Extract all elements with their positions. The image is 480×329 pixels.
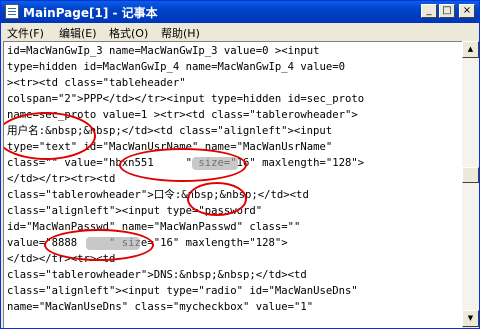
editor-line: colspan="2">PPP</td></tr><input type=hid… [7, 93, 365, 105]
editor-line: ><tr><td class="tableheader" [7, 77, 186, 89]
scrollbar-thumb[interactable] [462, 167, 479, 183]
editor-line: class="tablerowheader">口令:&nbsp;&nbsp;</… [7, 189, 309, 201]
menu-file[interactable]: 文件(F) [7, 25, 44, 41]
menu-help[interactable]: 帮助(H) [161, 25, 200, 41]
title-bar[interactable]: MainPage[1] - 记事本 _ □ × [1, 1, 479, 23]
highlight-username-value-circle [119, 148, 247, 182]
notepad-window: MainPage[1] - 记事本 _ □ × 文件(F) 编辑(E) 格式(O… [0, 0, 480, 329]
menu-bar: 文件(F) 编辑(E) 格式(O) 帮助(H) [1, 23, 479, 41]
maximize-button[interactable]: □ [439, 4, 455, 18]
highlight-password-value-circle [44, 229, 154, 261]
close-button[interactable]: × [459, 4, 475, 18]
notepad-icon [5, 4, 19, 19]
menu-format[interactable]: 格式(O) [109, 25, 148, 41]
editor-line: class="tablerowheader">DNS:&nbsp;&nbsp;<… [7, 269, 307, 281]
editor-line: type=hidden id=MacWanGwIp_4 name=MacWanG… [7, 61, 346, 73]
minimize-button[interactable]: _ [421, 4, 437, 18]
editor-line: </td></tr><tr><td [7, 173, 116, 185]
editor-line: name="MacWanUseDns" class="mycheckbox" v… [7, 301, 314, 313]
text-editor[interactable]: id=MacWanGwIp_3 name=MacWanGwIp_3 value=… [3, 41, 462, 328]
scroll-up-arrow-icon[interactable]: ▲ [462, 41, 479, 58]
editor-line: id="MacWanPasswd" name="MacWanPasswd" cl… [7, 221, 301, 233]
highlight-password-label-circle [187, 182, 247, 216]
window-title: MainPage[1] - 记事本 [23, 6, 158, 20]
scroll-down-arrow-icon[interactable]: ▼ [462, 310, 479, 327]
menu-edit[interactable]: 编辑(E) [59, 25, 97, 41]
editor-line: id=MacWanGwIp_3 name=MacWanGwIp_3 value=… [7, 45, 320, 57]
editor-line: class="alignleft"><input type="radio" id… [7, 285, 358, 297]
vertical-scrollbar[interactable]: ▲ ▼ [462, 41, 479, 327]
